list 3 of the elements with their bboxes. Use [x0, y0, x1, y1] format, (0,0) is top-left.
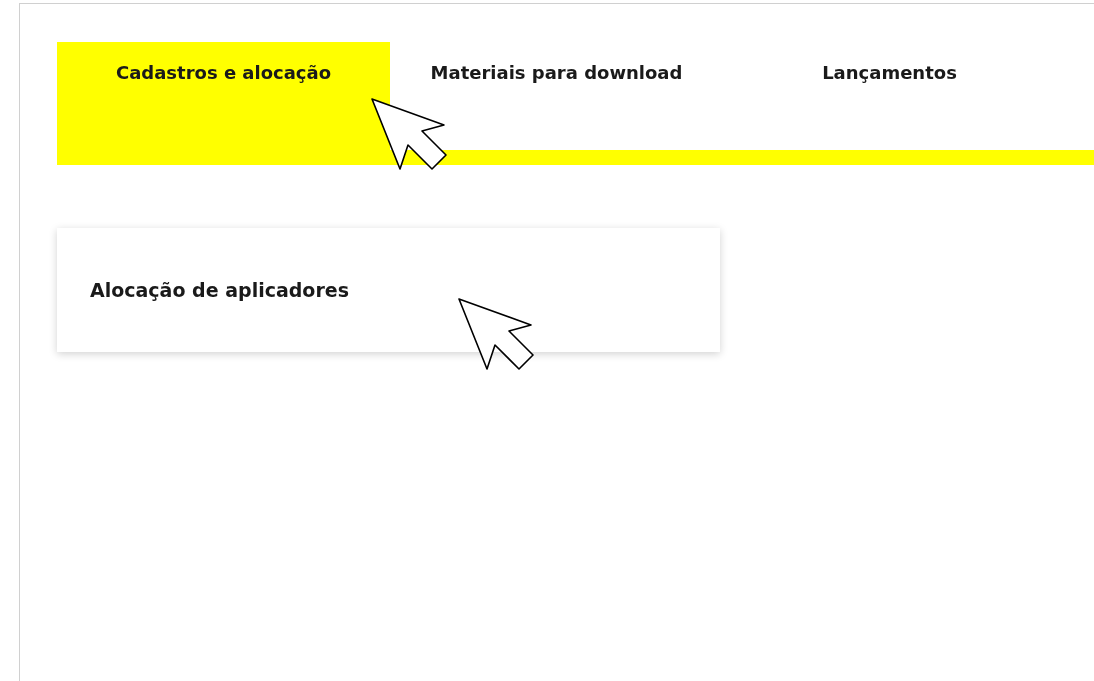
- tab[interactable]: Cadastros e alocação: [57, 42, 390, 150]
- menu-card[interactable]: Alocação de aplicadores: [57, 228, 720, 352]
- card-title: Alocação de aplicadores: [90, 279, 349, 301]
